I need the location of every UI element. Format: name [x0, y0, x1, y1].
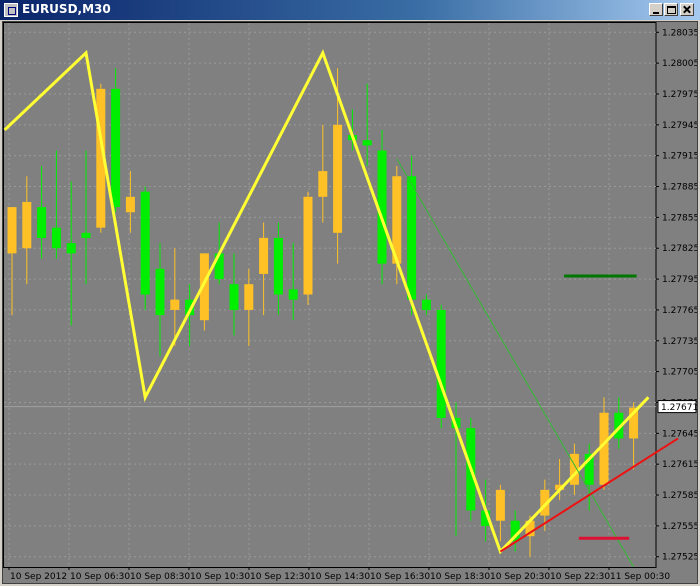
price-label: 1.27765 [662, 306, 697, 316]
time-label: 10 Sep 10:30 [190, 572, 250, 582]
time-axis[interactable]: 10 Sep 2012 10 Sep 06:30 10 Sep 08:30 10 Se… [8, 567, 670, 582]
chart-window-icon[interactable] [4, 3, 18, 17]
price-axis[interactable]: 1.28035 1.28005 1.27975 1.27945 1.27915 1.278… [656, 28, 697, 563]
price-label: 1.27825 [662, 244, 697, 254]
candle-body-bull [495, 489, 505, 521]
candle-body-bear [51, 227, 61, 249]
candle-body-bear [229, 284, 239, 310]
candle-body-bull [244, 284, 254, 310]
price-label: 1.27735 [662, 337, 697, 347]
horizontal-levels[interactable] [564, 274, 637, 540]
title-bar[interactable]: EURUSD,M30 [0, 0, 700, 20]
candle-body-bear [111, 88, 121, 208]
candle-body-bull [7, 207, 17, 254]
price-label: 1.27795 [662, 275, 697, 285]
price-label: 1.27615 [662, 460, 697, 470]
time-label: 10 Sep 12:30 [250, 572, 310, 582]
candle-body-bull [170, 299, 180, 310]
price-label: 1.27975 [662, 90, 697, 100]
candle-body-bear [407, 176, 417, 300]
price-label: 1.27585 [662, 491, 697, 501]
price-label: 1.27945 [662, 121, 697, 131]
price-label: 1.28005 [662, 59, 697, 69]
price-label: 1.27855 [662, 213, 697, 223]
time-label: 10 Sep 14:30 [310, 572, 370, 582]
price-label: 1.27525 [662, 553, 697, 563]
time-label: 11 Sep 00:30 [610, 572, 670, 582]
current-price-label: 1.27671 [661, 403, 697, 413]
minimize-icon[interactable] [649, 3, 663, 16]
price-label: 1.28035 [662, 28, 697, 38]
price-label: 1.27705 [662, 368, 697, 378]
candle-body-bear [436, 309, 446, 418]
time-label: 10 Sep 18:30 [430, 572, 490, 582]
candle-body-bear [273, 237, 283, 295]
time-label: 10 Sep 20:30 [490, 572, 550, 582]
time-label: 10 Sep 06:30 [70, 572, 130, 582]
candle-body-bull [22, 201, 32, 249]
chart-area[interactable]: 1.28035 1.28005 1.27975 1.27945 1.27915 1.278… [2, 21, 698, 584]
candle-body-bull [125, 196, 135, 213]
candle-body-bear [140, 191, 150, 295]
chart-window: EURUSD,M30 1.28035 1.28005 1.27975 1.27945 1… [0, 0, 700, 586]
time-label: 10 Sep 2012 [10, 572, 67, 582]
candle-body-bear [66, 243, 76, 254]
time-label: 10 Sep 08:30 [130, 572, 190, 582]
price-label: 1.27555 [662, 522, 697, 532]
window-title: EURUSD,M30 [22, 2, 111, 16]
candle-body-bear [362, 140, 372, 146]
candle-body-bear [37, 207, 47, 238]
candle-body-bull [318, 171, 328, 197]
price-label: 1.27915 [662, 152, 697, 162]
candle-body-bull [303, 196, 313, 295]
price-label: 1.27645 [662, 429, 697, 439]
candle-body-bear [288, 289, 298, 300]
candle-body-bear [81, 232, 91, 238]
candle-body-bull [259, 237, 269, 274]
time-label: 10 Sep 16:30 [370, 572, 430, 582]
price-label: 1.27885 [662, 183, 697, 193]
candle-body-bull [333, 124, 343, 233]
maximize-icon[interactable] [664, 3, 678, 16]
price-chart[interactable]: 1.28035 1.28005 1.27975 1.27945 1.27915 1.278… [3, 22, 697, 583]
time-label: 10 Sep 22:30 [550, 572, 610, 582]
candle-body-bear [421, 299, 431, 310]
close-icon[interactable] [680, 3, 694, 16]
candle-body-bear [155, 268, 165, 316]
